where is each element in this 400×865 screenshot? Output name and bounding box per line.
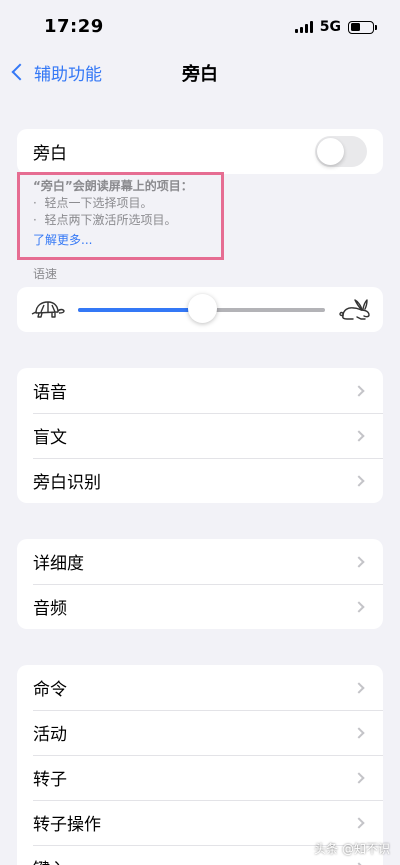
list-item-commands[interactable]: 命令	[17, 665, 383, 710]
battery-icon	[348, 20, 377, 34]
bullet-mark: ·	[33, 213, 37, 227]
cellular-signal-icon	[294, 21, 313, 33]
commands-group: 命令 活动 转子 转子操作 键入	[17, 665, 383, 865]
learn-more-link[interactable]: 了解更多...	[33, 232, 92, 249]
list-item-label: 旁白识别	[33, 473, 101, 493]
list-item-label: 活动	[33, 725, 67, 745]
description-title: “旁白”会朗读屏幕上的项目：	[33, 179, 193, 193]
verbosity-group: 详细度 音频	[17, 539, 383, 629]
list-item-label: 语音	[33, 383, 67, 403]
voiceover-description: “旁白”会朗读屏幕上的项目： · 轻点一下选择项目。 · 轻点两下激活所选项目。…	[33, 178, 293, 249]
description-bullet: · 轻点两下激活所选项目。	[33, 213, 177, 227]
list-item-label: 命令	[33, 680, 67, 700]
speech-rate-slider-fill	[78, 308, 202, 312]
rabbit-icon	[339, 299, 370, 320]
speech-rate-slider-thumb[interactable]	[187, 294, 217, 323]
status-indicators: 5G	[294, 19, 377, 35]
bullet-mark: ·	[33, 196, 37, 210]
list-item-audio[interactable]: 音频	[17, 584, 383, 629]
voiceover-toggle[interactable]	[315, 136, 367, 167]
watermark-text: 头条 @知不识	[314, 842, 390, 856]
speech-rate-group	[17, 287, 383, 332]
list-item-activities[interactable]: 活动	[17, 710, 383, 755]
speech-settings-group: 语音 盲文 旁白识别	[17, 368, 383, 503]
turtle-icon	[31, 301, 65, 318]
status-time: 17:29	[44, 16, 104, 37]
chevron-right-icon	[353, 384, 365, 397]
chevron-right-icon	[353, 726, 365, 739]
list-item-speech[interactable]: 语音	[17, 368, 383, 413]
list-item-label: 键入	[33, 855, 67, 865]
speech-rate-header: 语速	[33, 267, 58, 281]
chevron-right-icon	[353, 681, 365, 694]
list-item-label: 转子操作	[33, 815, 101, 835]
list-item-verbosity[interactable]: 详细度	[17, 539, 383, 584]
navigation-bar: 辅助功能 旁白	[0, 54, 400, 90]
chevron-right-icon	[353, 474, 365, 487]
chevron-right-icon	[353, 429, 365, 442]
list-item-rotor[interactable]: 转子	[17, 755, 383, 800]
watermark: 头条 @知不识	[314, 840, 390, 857]
list-item-rotor-actions[interactable]: 转子操作	[17, 800, 383, 845]
voiceover-label: 旁白	[33, 144, 67, 164]
list-item-label: 详细度	[33, 554, 84, 574]
chevron-right-icon	[353, 816, 365, 829]
description-bullet: · 轻点一下选择项目。	[33, 196, 153, 210]
list-item-label: 转子	[33, 770, 67, 790]
list-item-braille[interactable]: 盲文	[17, 413, 383, 458]
status-bar: 17:29 5G	[0, 0, 400, 54]
chevron-right-icon	[353, 600, 365, 613]
voiceover-toggle-group: 旁白	[17, 129, 383, 174]
toggle-knob	[317, 138, 344, 165]
voiceover-row: 旁白	[17, 129, 383, 174]
network-type: 5G	[319, 19, 341, 35]
chevron-right-icon	[353, 771, 365, 784]
list-item-label: 音频	[33, 599, 67, 619]
page-title: 旁白	[182, 64, 218, 85]
chevron-right-icon	[353, 555, 365, 568]
list-item-label: 盲文	[33, 428, 67, 448]
list-item-voiceover-recognition[interactable]: 旁白识别	[17, 458, 383, 503]
